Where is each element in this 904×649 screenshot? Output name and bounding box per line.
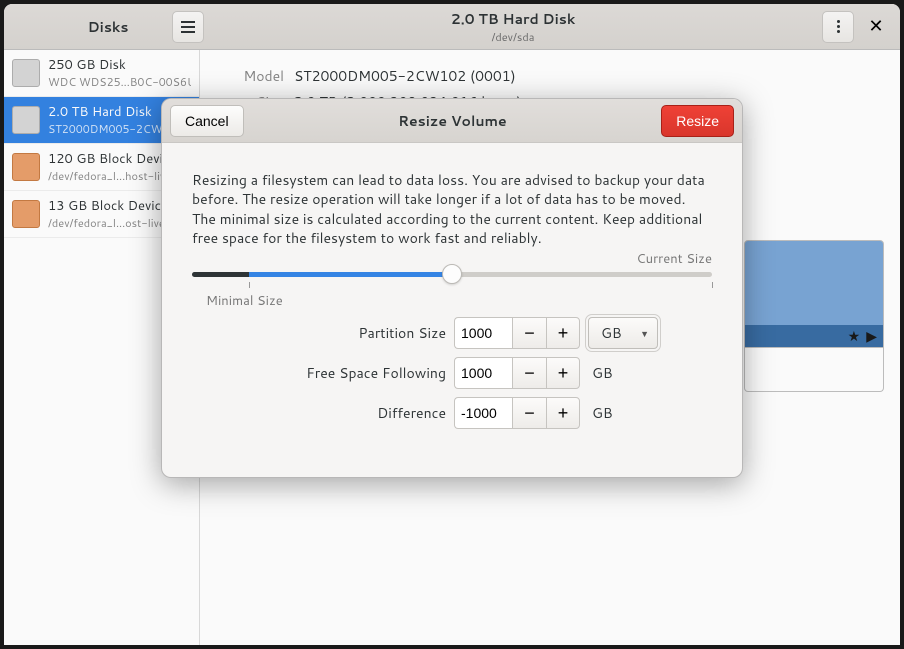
slider-thumb[interactable] (442, 264, 462, 284)
unit-dropdown[interactable]: GB ▼ (588, 317, 658, 349)
plus-icon: + (558, 364, 569, 382)
partition-size-label: Partition Size (246, 323, 446, 343)
row-difference: Difference − + GB (246, 397, 658, 429)
partition-size-increment[interactable]: + (546, 317, 580, 349)
resize-button[interactable]: Resize (661, 105, 734, 137)
difference-spinner: − + (454, 397, 580, 429)
partition-size-input[interactable] (454, 317, 512, 349)
slider-tick-min (249, 282, 250, 288)
minimal-size-label: Minimal Size (206, 292, 283, 310)
unit-dropdown-value: GB (601, 323, 622, 343)
chevron-down-icon: ▼ (640, 327, 649, 340)
free-space-decrement[interactable]: − (512, 357, 546, 389)
row-free-space: Free Space Following − + GB (246, 357, 658, 389)
dialog-title: Resize Volume (244, 111, 662, 131)
difference-increment[interactable]: + (546, 397, 580, 429)
current-size-label: Current Size (636, 250, 712, 268)
slider-track[interactable] (192, 272, 712, 277)
free-space-spinner: − + (454, 357, 580, 389)
difference-input[interactable] (454, 397, 512, 429)
cancel-button[interactable]: Cancel (170, 105, 244, 137)
minus-icon: − (524, 364, 535, 382)
difference-unit: GB (588, 403, 658, 423)
slider-fill (249, 272, 452, 277)
difference-decrement[interactable]: − (512, 397, 546, 429)
free-space-label: Free Space Following (246, 363, 446, 383)
free-space-unit: GB (588, 363, 658, 383)
dialog-description: Resizing a filesystem can lead to data l… (192, 171, 712, 248)
slider-minimum-region (192, 272, 249, 277)
modal-overlay: Cancel Resize Volume Resize Resizing a f… (0, 0, 904, 649)
partition-size-spinner: − + (454, 317, 580, 349)
partition-size-decrement[interactable]: − (512, 317, 546, 349)
free-space-input[interactable] (454, 357, 512, 389)
plus-icon: + (558, 324, 569, 342)
resize-dialog: Cancel Resize Volume Resize Resizing a f… (161, 98, 743, 478)
minus-icon: − (524, 404, 535, 422)
difference-label: Difference (246, 403, 446, 423)
minus-icon: − (524, 324, 535, 342)
form-rows: Partition Size − + GB ▼ Free Space Follo… (192, 317, 712, 429)
size-slider: Current Size Minimal Size (192, 272, 712, 277)
slider-tick-current (712, 282, 713, 288)
dialog-body: Resizing a filesystem can lead to data l… (162, 143, 742, 477)
plus-icon: + (558, 404, 569, 422)
free-space-increment[interactable]: + (546, 357, 580, 389)
row-partition-size: Partition Size − + GB ▼ (246, 317, 658, 349)
dialog-header: Cancel Resize Volume Resize (162, 99, 742, 143)
